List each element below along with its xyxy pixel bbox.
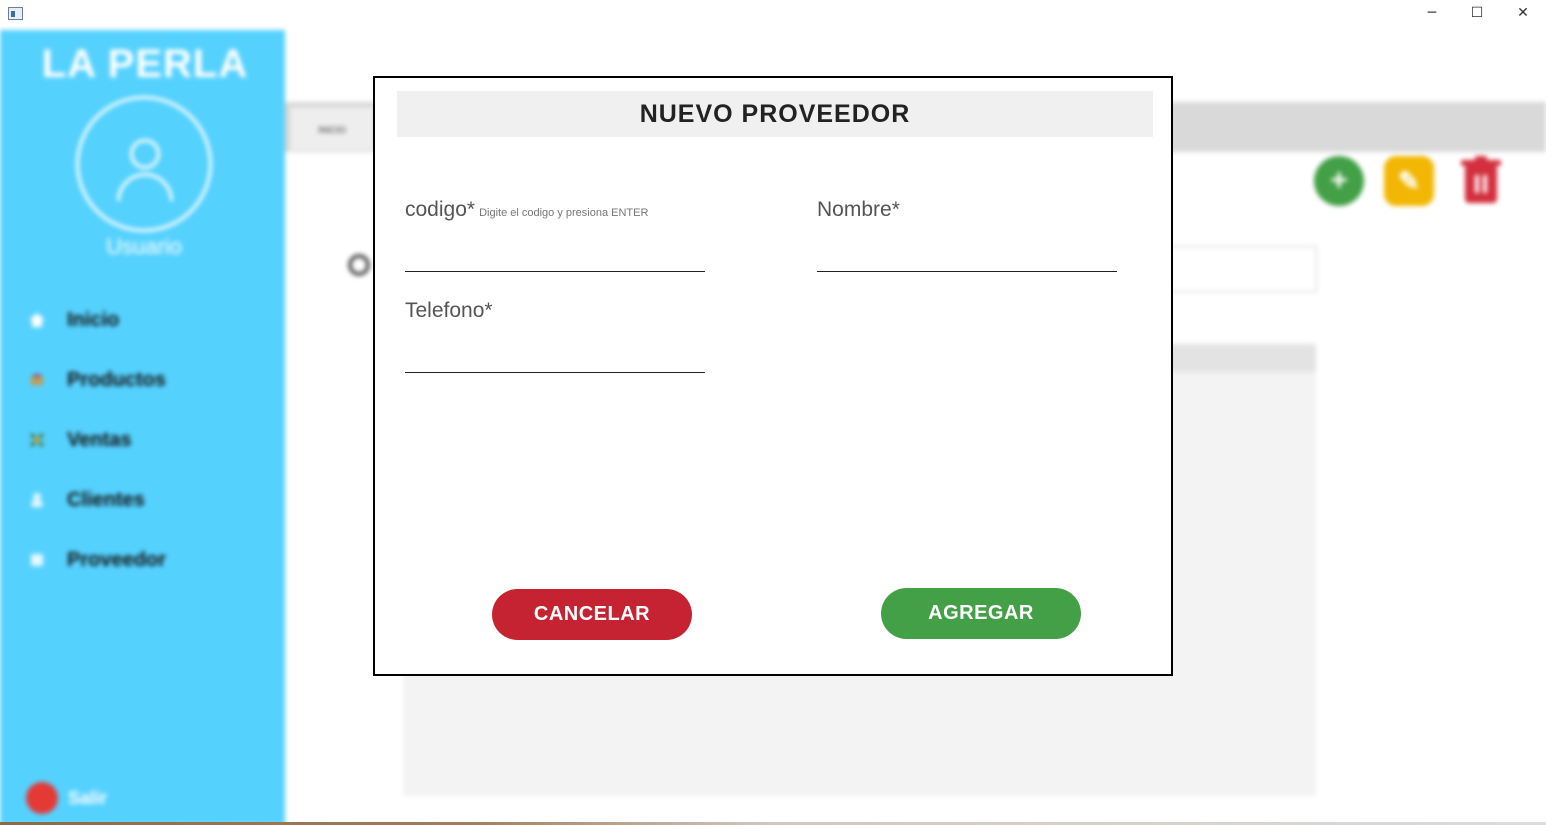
sidebar-item-label: Clientes — [67, 488, 145, 511]
table-header — [1150, 344, 1316, 372]
sidebar-item-clientes[interactable]: Clientes — [28, 485, 145, 515]
sidebar-item-ventas[interactable]: Ventas — [28, 425, 131, 455]
user-label: Usuario — [106, 234, 182, 259]
new-supplier-dialog: NUEVO PROVEEDOR codigo* Digite el codigo … — [373, 76, 1173, 676]
app-window-icon — [8, 7, 23, 20]
delete-button[interactable] — [1456, 156, 1506, 206]
add-supplier-button[interactable]: AGREGAR — [881, 588, 1081, 639]
sidebar-item-label: Productos — [67, 368, 166, 391]
power-icon — [26, 782, 58, 814]
clients-icon — [28, 491, 46, 509]
products-icon — [28, 371, 46, 389]
sidebar-item-productos[interactable]: Productos — [28, 365, 166, 395]
dialog-header: NUEVO PROVEEDOR — [397, 91, 1153, 137]
codigo-label: codigo* — [405, 198, 476, 221]
maximize-button[interactable]: ☐ — [1454, 0, 1500, 28]
add-button[interactable]: + — [1314, 156, 1364, 206]
sidebar-item-proveedor[interactable]: Proveedor — [28, 545, 166, 575]
user-avatar-icon — [76, 96, 212, 232]
search-icon — [348, 254, 370, 276]
nombre-field[interactable] — [817, 246, 1117, 272]
sidebar-item-label: Inicio — [67, 308, 120, 331]
sidebar: LA PERLA Usuario Inicio Productos Ventas… — [0, 30, 285, 825]
trash-icon — [1461, 156, 1501, 203]
edit-button[interactable]: ✎ — [1384, 156, 1434, 206]
codigo-hint: Digite el codigo y presiona ENTER — [479, 207, 649, 219]
supplier-icon — [28, 551, 46, 569]
minimize-button[interactable]: ─ — [1409, 0, 1455, 28]
logout-label: Salir — [68, 787, 108, 808]
close-window-button[interactable]: ✕ — [1500, 0, 1546, 28]
telefono-field[interactable] — [405, 347, 705, 373]
home-icon — [28, 311, 46, 329]
app-window: ─ ☐ ✕ LA PERLA Usuario Inicio Productos … — [0, 0, 1546, 825]
sidebar-item-label: Ventas — [67, 428, 132, 451]
codigo-label-row: codigo* Digite el codigo y presiona ENTER — [405, 198, 648, 222]
dialog-title: NUEVO PROVEEDOR — [639, 99, 911, 128]
title-bar: ─ ☐ ✕ — [0, 0, 1546, 30]
cancel-button[interactable]: CANCELAR — [492, 589, 692, 640]
logout-button[interactable]: Salir — [26, 782, 107, 814]
tab-inicio[interactable]: INICIO — [289, 106, 375, 152]
telefono-label: Telefono* — [405, 299, 493, 322]
sales-icon — [28, 431, 46, 449]
sidebar-item-inicio[interactable]: Inicio — [28, 305, 119, 335]
codigo-field[interactable] — [405, 246, 705, 272]
sidebar-item-label: Proveedor — [67, 548, 166, 571]
brand-title: LA PERLA — [41, 42, 249, 86]
search-input[interactable] — [1150, 246, 1317, 292]
nombre-label: Nombre* — [817, 198, 900, 221]
